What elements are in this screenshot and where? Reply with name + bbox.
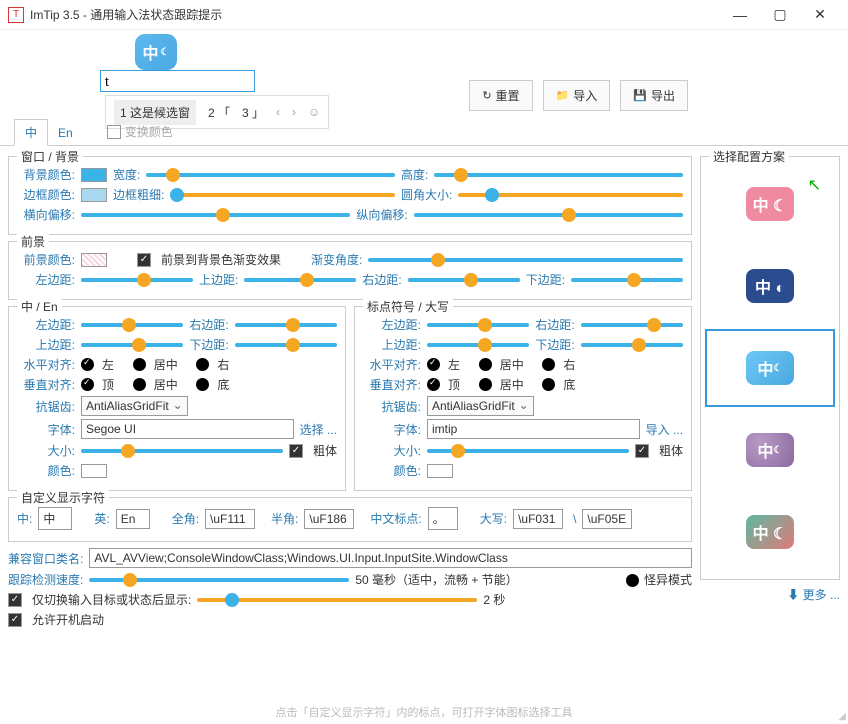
zh-size-slider[interactable] bbox=[81, 444, 283, 458]
swap-color-label: 变换颜色 bbox=[125, 123, 173, 140]
zh-aa-select[interactable]: AntiAliasGridFit bbox=[81, 396, 188, 416]
p-bottom-slider[interactable] bbox=[581, 338, 683, 352]
autostart-checkbox[interactable] bbox=[8, 613, 22, 627]
p-aa-select[interactable]: AntiAliasGridFit bbox=[427, 396, 534, 416]
char-en[interactable]: En bbox=[116, 509, 150, 529]
char-caps2[interactable]: \uF05E bbox=[582, 509, 632, 529]
folder-icon: 📁 bbox=[556, 89, 570, 102]
p-halign-left[interactable] bbox=[427, 358, 440, 371]
p-font-import[interactable]: 导入 ... bbox=[646, 421, 683, 438]
fg-left-slider[interactable] bbox=[81, 273, 193, 287]
zh-font-input[interactable]: Segoe UI bbox=[81, 419, 294, 439]
char-zh[interactable]: 中 bbox=[38, 507, 72, 530]
group-punct: 标点符号 / 大写 左边距:右边距: 上边距:下边距: 水平对齐:左 居中 右 … bbox=[354, 306, 692, 491]
group-zh-en: 中 / En 左边距:右边距: 上边距:下边距: 水平对齐:左 居中 右 垂直对… bbox=[8, 306, 346, 491]
export-button[interactable]: 💾导出 bbox=[620, 80, 688, 111]
tab-zh[interactable]: 中 bbox=[14, 119, 48, 146]
bgcolor-swatch[interactable] bbox=[81, 168, 107, 182]
valign-bottom[interactable] bbox=[196, 378, 209, 391]
zh-font-choose[interactable]: 选择 ... bbox=[300, 421, 337, 438]
fg-bottom-slider[interactable] bbox=[571, 273, 683, 287]
candidate-prev[interactable]: ‹ bbox=[276, 105, 280, 119]
candidate-next[interactable]: › bbox=[292, 105, 296, 119]
tabs: 中 En 变换颜色 bbox=[0, 118, 848, 146]
halign-center[interactable] bbox=[133, 358, 146, 371]
compat-input[interactable]: AVL_AVView;ConsoleWindowClass;Windows.UI… bbox=[89, 548, 692, 568]
p-halign-center[interactable] bbox=[479, 358, 492, 371]
p-right-slider[interactable] bbox=[581, 318, 683, 332]
p-color-swatch[interactable] bbox=[427, 464, 453, 478]
zh-top-slider[interactable] bbox=[81, 338, 183, 352]
p-valign-bottom[interactable] bbox=[542, 378, 555, 391]
offx-slider[interactable] bbox=[81, 208, 350, 222]
char-caps[interactable]: \uF031 bbox=[513, 509, 563, 529]
zh-left-slider[interactable] bbox=[81, 318, 183, 332]
zh-bottom-slider[interactable] bbox=[235, 338, 337, 352]
swap-color-checkbox[interactable] bbox=[107, 125, 121, 139]
zh-color-swatch[interactable] bbox=[81, 464, 107, 478]
p-halign-right[interactable] bbox=[542, 358, 555, 371]
reset-icon: ↻ bbox=[482, 89, 491, 102]
width-slider[interactable] bbox=[146, 168, 395, 182]
maximize-button[interactable]: ▢ bbox=[760, 1, 800, 29]
char-zhpunct[interactable]: 。 bbox=[428, 507, 458, 530]
speed-slider[interactable] bbox=[89, 573, 349, 587]
fgcolor-swatch[interactable] bbox=[81, 253, 107, 267]
import-button[interactable]: 📁导入 bbox=[543, 80, 611, 111]
more-link[interactable]: ⬇ 更多 ... bbox=[700, 586, 840, 603]
group-custom-chars: 自定义显示字符 中:中 英:En 全角:\uF111 半角:\uF186 中文标… bbox=[8, 497, 692, 542]
fg-top-slider[interactable] bbox=[244, 273, 356, 287]
zh-right-slider[interactable] bbox=[235, 318, 337, 332]
p-bold-checkbox[interactable] bbox=[635, 444, 649, 458]
char-half[interactable]: \uF186 bbox=[304, 509, 354, 529]
p-font-input[interactable]: imtip bbox=[427, 419, 640, 439]
p-size-slider[interactable] bbox=[427, 444, 629, 458]
close-button[interactable]: ✕ bbox=[800, 1, 840, 29]
p-valign-center[interactable] bbox=[479, 378, 492, 391]
reset-button[interactable]: ↻重置 bbox=[469, 80, 532, 111]
halign-left[interactable] bbox=[81, 358, 94, 371]
scheme-4[interactable]: 中☾ bbox=[705, 411, 835, 489]
scheme-1[interactable]: 中 ☾ bbox=[705, 165, 835, 243]
scheme-3[interactable]: 中☾↖ bbox=[705, 329, 835, 407]
minimize-button[interactable]: — bbox=[720, 1, 760, 29]
char-full[interactable]: \uF111 bbox=[205, 509, 255, 529]
weird-mode-radio[interactable] bbox=[626, 574, 639, 587]
switch-only-checkbox[interactable] bbox=[8, 593, 22, 607]
tab-en[interactable]: En bbox=[48, 122, 83, 144]
radius-slider[interactable] bbox=[458, 188, 683, 202]
group-window: 窗口 / 背景 背景颜色: 宽度: 高度: 边框颜色: 边框粗细: 圆角大小: … bbox=[8, 156, 692, 235]
p-top-slider[interactable] bbox=[427, 338, 529, 352]
offy-slider[interactable] bbox=[414, 208, 683, 222]
bordercolor-swatch[interactable] bbox=[81, 188, 107, 202]
save-icon: 💾 bbox=[633, 89, 647, 102]
valign-center[interactable] bbox=[133, 378, 146, 391]
bottom-hint: 点击「自定义显示字符」内的标点，可打开字体图标选择工具 bbox=[0, 704, 848, 720]
height-slider[interactable] bbox=[434, 168, 683, 182]
borderw-slider[interactable] bbox=[170, 188, 395, 202]
group-schemes: 选择配置方案 中 ☾ 中 ◐ 中☾↖ 中☾ 中 ☾ bbox=[700, 156, 840, 580]
gradient-checkbox[interactable] bbox=[137, 253, 151, 267]
p-left-slider[interactable] bbox=[427, 318, 529, 332]
group-foreground: 前景 前景颜色: 前景到背景色渐变效果 渐变角度: 左边距: 上边距: 右边距:… bbox=[8, 241, 692, 300]
p-valign-top[interactable] bbox=[427, 378, 440, 391]
zh-bold-checkbox[interactable] bbox=[289, 444, 303, 458]
preview-badge: 中☾ bbox=[135, 34, 177, 70]
candidate-emoji[interactable]: ☺ bbox=[308, 105, 320, 119]
resize-grip[interactable]: ◢ bbox=[838, 711, 846, 722]
valign-top[interactable] bbox=[81, 378, 94, 391]
window-title: ImTip 3.5 - 通用输入法状态跟踪提示 bbox=[30, 6, 720, 23]
scheme-2[interactable]: 中 ◐ bbox=[705, 247, 835, 325]
app-icon: T bbox=[8, 7, 24, 23]
switch-duration-slider[interactable] bbox=[197, 593, 477, 607]
scheme-5[interactable]: 中 ☾ bbox=[705, 493, 835, 571]
gradangle-slider[interactable] bbox=[368, 253, 683, 267]
halign-right[interactable] bbox=[196, 358, 209, 371]
preview-input[interactable] bbox=[100, 70, 255, 92]
fg-right-slider[interactable] bbox=[408, 273, 520, 287]
